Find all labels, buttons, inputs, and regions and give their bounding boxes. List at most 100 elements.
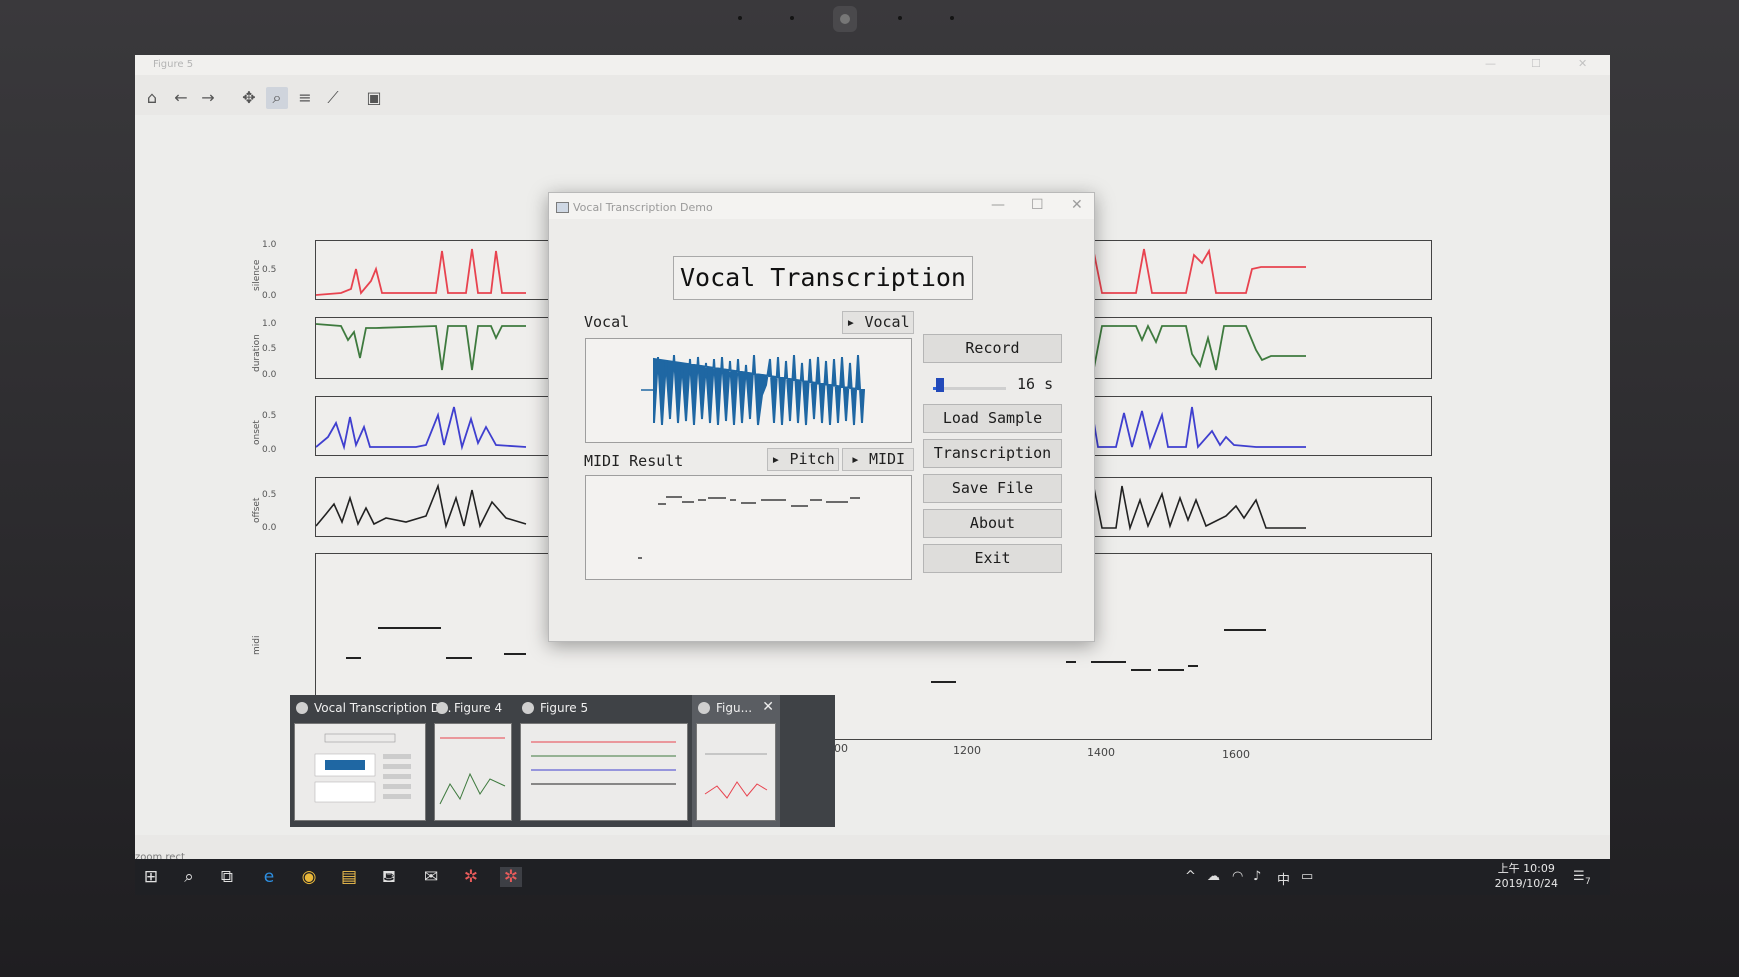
record-button[interactable]: Record	[923, 334, 1062, 363]
y-tick: 0.0	[262, 370, 277, 380]
screen: Figure 5 — ☐ ✕ ⌂ ← → ✥ ⌕ ≡ ⟋ ▣ silence 1…	[135, 55, 1610, 895]
clock[interactable]: 上午 10:09 2019/10/24	[1495, 861, 1558, 891]
ime-indicator[interactable]: 中	[1277, 869, 1290, 888]
app-title: Vocal Transcription	[673, 256, 973, 300]
pan-icon[interactable]: ✥	[238, 87, 260, 109]
y-tick: 0.5	[262, 411, 277, 421]
vocal-label: Vocal	[584, 313, 630, 331]
file-explorer-icon[interactable]: ▤	[338, 867, 360, 887]
dialog-title: Vocal Transcription Demo	[573, 201, 713, 214]
minimize-icon[interactable]: —	[991, 197, 1005, 213]
midi-result-plot	[638, 496, 860, 559]
close-icon[interactable]: ✕	[1578, 57, 1587, 70]
y-tick: 0.5	[262, 344, 277, 354]
load-sample-button[interactable]: Load Sample	[923, 404, 1062, 433]
window-icon	[296, 702, 308, 714]
edge-browser-icon[interactable]: e	[258, 867, 280, 887]
offset-ylabel: offset	[252, 497, 262, 523]
x-tick: 1200	[953, 744, 981, 757]
subplots-icon[interactable]: ≡	[294, 87, 316, 109]
y-tick: 0.5	[262, 265, 277, 275]
zoom-icon[interactable]: ⌕	[266, 87, 288, 109]
search-icon[interactable]: ⌕	[178, 867, 200, 887]
taskbar: ⊞ ⌕ ⧉ e ◉ ▤ ⛾ ✉ ✲ ✲ ^ ☁ ◠ ♪ 中 ▭ 上午 10:09…	[135, 859, 1610, 895]
thumbnail-title: Figure 4	[454, 701, 503, 715]
midi-ylabel: midi	[252, 635, 262, 655]
duration-value: 16 s	[1017, 375, 1054, 393]
save-icon[interactable]: ▣	[363, 87, 385, 109]
bezel-dot	[950, 16, 954, 20]
play-vocal-button[interactable]: ▸ Vocal	[842, 311, 914, 334]
chrome-icon[interactable]: ◉	[298, 867, 320, 887]
figure-window-title: Figure 5	[153, 59, 194, 70]
maximize-icon[interactable]: ☐	[1531, 57, 1541, 70]
thumbnail-title: Figu...	[716, 701, 753, 715]
thumbnail-figure-active[interactable]: Figu... ✕	[692, 695, 780, 827]
action-center-icon[interactable]: ▭	[1301, 869, 1313, 884]
taskbar-thumbnails: Vocal Transcription D... Figure 4 Figure…	[290, 695, 835, 827]
bezel-dot	[738, 16, 742, 20]
thumbnail-preview	[314, 733, 411, 803]
y-tick: 0.0	[262, 291, 277, 301]
midi-result-label: MIDI Result	[584, 452, 684, 470]
forward-icon[interactable]: →	[197, 87, 219, 109]
vocal-transcription-dialog: Vocal Transcription Demo — ☐ ✕ Vocal Tra…	[548, 192, 1095, 642]
wifi-icon[interactable]: ◠	[1232, 869, 1243, 884]
thumbnail-vocal-transcription[interactable]: Vocal Transcription D...	[290, 695, 451, 827]
close-icon[interactable]: ✕	[1071, 197, 1083, 213]
figure-window-titlebar: Figure 5 — ☐ ✕	[135, 55, 1610, 75]
duration-slider-handle[interactable]	[936, 378, 945, 392]
tray-chevron-icon[interactable]: ^	[1185, 869, 1196, 884]
bezel-dot	[898, 16, 902, 20]
dialog-titlebar: Vocal Transcription Demo — ☐ ✕	[549, 193, 1094, 219]
thumbnail-preview	[704, 753, 768, 799]
app-window-icon	[556, 202, 569, 213]
windows-start-icon[interactable]: ⊞	[140, 867, 162, 887]
maximize-icon[interactable]: ☐	[1031, 197, 1044, 213]
exit-button[interactable]: Exit	[923, 544, 1062, 573]
about-button[interactable]: About	[923, 509, 1062, 538]
thumbnail-figure-4[interactable]: Figure 4	[430, 695, 516, 827]
thumbnail-preview	[439, 737, 506, 805]
webcam	[833, 6, 857, 32]
onset-ylabel: onset	[252, 420, 262, 445]
edit-axes-icon[interactable]: ⟋	[322, 87, 344, 109]
x-tick: 1600	[1222, 748, 1250, 761]
clock-date: 2019/10/24	[1494, 877, 1558, 890]
play-pitch-button[interactable]: ▸ Pitch	[767, 448, 839, 471]
task-view-icon[interactable]: ⧉	[216, 867, 238, 887]
midi-result-panel	[585, 475, 912, 580]
clock-time: 上午 10:09	[1497, 862, 1555, 875]
store-icon[interactable]: ⛾	[378, 867, 400, 887]
duration-ylabel: duration	[252, 334, 262, 372]
volume-icon[interactable]: ♪	[1253, 869, 1261, 884]
home-icon[interactable]: ⌂	[141, 87, 163, 109]
notification-count: 7	[1585, 877, 1591, 887]
back-icon[interactable]: ←	[170, 87, 192, 109]
transcription-button[interactable]: Transcription	[923, 439, 1062, 468]
play-midi-button[interactable]: ▸ MIDI	[842, 448, 914, 471]
bezel-dot	[790, 16, 794, 20]
notifications-icon[interactable]: ☰	[1573, 869, 1585, 884]
minimize-icon[interactable]: —	[1485, 57, 1496, 70]
silence-ylabel: silence	[252, 259, 262, 291]
y-tick: 0.5	[262, 490, 277, 500]
thumbnail-figure-5[interactable]: Figure 5	[516, 695, 692, 827]
thumbnail-title: Figure 5	[540, 701, 589, 715]
vocal-waveform-panel	[585, 338, 912, 443]
window-icon	[436, 702, 448, 714]
window-icon	[522, 702, 534, 714]
y-tick: 1.0	[262, 319, 277, 329]
vocal-waveform	[641, 354, 866, 426]
python-app-icon[interactable]: ✲	[460, 867, 482, 887]
x-tick: 1400	[1087, 746, 1115, 759]
mail-icon[interactable]: ✉	[420, 867, 442, 887]
figure-toolbar: ⌂ ← → ✥ ⌕ ≡ ⟋ ▣	[135, 81, 1610, 115]
window-icon	[698, 702, 710, 714]
save-file-button[interactable]: Save File	[923, 474, 1062, 503]
onedrive-icon[interactable]: ☁	[1207, 869, 1220, 884]
thumbnail-preview	[531, 741, 676, 785]
close-thumbnail-icon[interactable]: ✕	[762, 699, 774, 715]
python-app-active-icon[interactable]: ✲	[500, 867, 522, 887]
y-tick: 0.0	[262, 523, 277, 533]
